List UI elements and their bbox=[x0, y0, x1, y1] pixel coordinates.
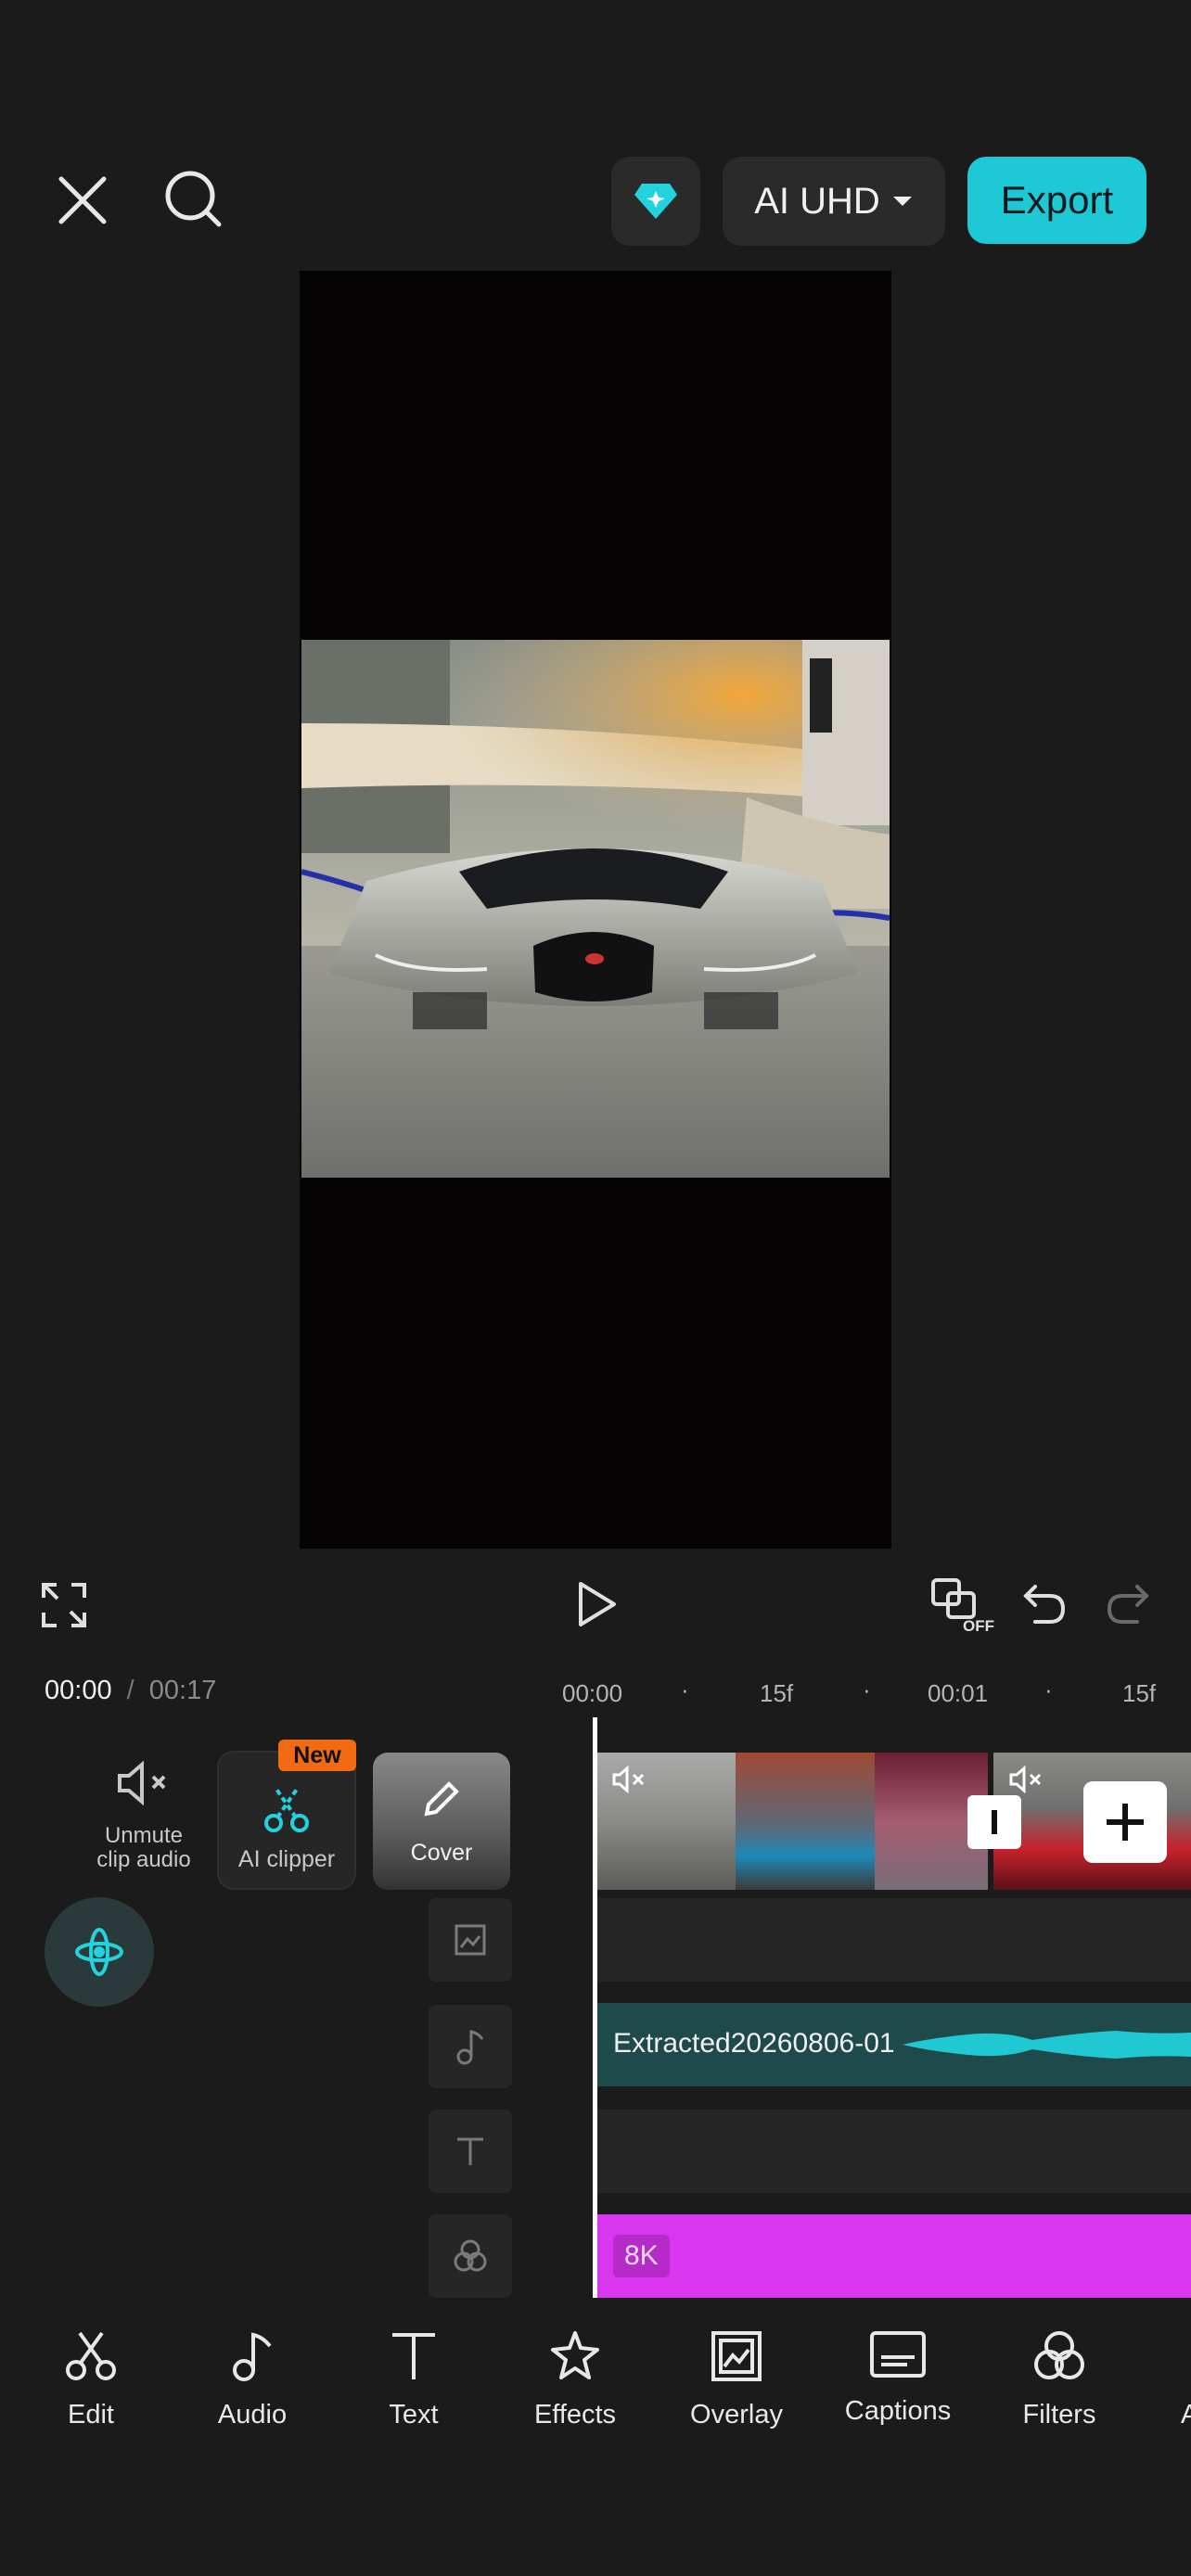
undo-icon bbox=[1023, 1585, 1066, 1624]
video-clip-thumb[interactable] bbox=[596, 1753, 736, 1890]
toolbar-edit[interactable]: Edit bbox=[12, 2329, 170, 2430]
toolbar-captions[interactable]: Captions bbox=[819, 2329, 977, 2427]
ruler-tick-label: 00:01 bbox=[928, 1679, 989, 1707]
toolbar-label: Audio bbox=[217, 2400, 288, 2429]
keyframe-icon bbox=[75, 1928, 123, 1976]
music-note-icon bbox=[233, 2332, 272, 2381]
ruler-dot: · bbox=[681, 1676, 689, 1703]
fullscreen-button[interactable] bbox=[41, 1582, 87, 1628]
export-button[interactable]: Export bbox=[967, 157, 1146, 244]
ai-clipper-label: AI clipper bbox=[237, 1846, 336, 1872]
keyframe-button[interactable] bbox=[45, 1897, 154, 2007]
plus-icon bbox=[1107, 1804, 1144, 1841]
resolution-dropdown[interactable]: AI UHD bbox=[723, 157, 945, 246]
toolbar-label: Overlay bbox=[690, 2400, 783, 2429]
current-time: 00:00 bbox=[45, 1676, 112, 1705]
toolbar-label: Text bbox=[389, 2400, 439, 2429]
partial-icon bbox=[1142, 2329, 1191, 2383]
ruler-tick-label: 15f bbox=[760, 1679, 794, 1707]
playhead[interactable] bbox=[593, 1717, 597, 2298]
snap-toggle-button[interactable]: OFF bbox=[929, 1576, 996, 1635]
text-track-button[interactable] bbox=[429, 2110, 512, 2193]
captions-icon bbox=[870, 2331, 926, 2378]
close-button[interactable] bbox=[54, 172, 111, 229]
filters-icon bbox=[1034, 2331, 1084, 2379]
ai-clipper-button[interactable]: AI clipper bbox=[217, 1751, 356, 1890]
unmute-clip-audio-button[interactable]: Unmute clip audio bbox=[83, 1760, 204, 1881]
transition-button[interactable] bbox=[967, 1795, 1021, 1849]
time-display: 00:00 / 00:17 bbox=[45, 1676, 216, 1706]
new-badge-label: New bbox=[293, 1741, 341, 1768]
redo-button[interactable] bbox=[1106, 1583, 1150, 1626]
overlay-track-icon bbox=[455, 1924, 486, 1956]
cover-button[interactable]: Cover bbox=[373, 1753, 510, 1890]
caret-down-icon bbox=[892, 197, 912, 206]
export-label: Export bbox=[1000, 178, 1114, 222]
fullscreen-icon bbox=[42, 1583, 86, 1627]
ruler-tick-label: 15f bbox=[1122, 1679, 1157, 1707]
search-button[interactable] bbox=[163, 169, 224, 230]
ai-scissors-icon bbox=[264, 1786, 309, 1832]
unmute-label: Unmute clip audio bbox=[96, 1823, 191, 1872]
pro-button[interactable] bbox=[611, 157, 700, 246]
toolbar-overlay[interactable]: Overlay bbox=[658, 2329, 815, 2430]
effect-clip[interactable]: 8K bbox=[596, 2214, 1191, 2298]
filter-track-button[interactable] bbox=[429, 2214, 512, 2298]
video-frame-car bbox=[301, 640, 890, 1178]
toolbar-effects[interactable]: Effects bbox=[496, 2329, 654, 2430]
toolbar-label: Captions bbox=[844, 2396, 952, 2426]
text-track-icon bbox=[457, 2137, 483, 2165]
overlay-track[interactable] bbox=[596, 1898, 1191, 1982]
toolbar-filters[interactable]: Filters bbox=[980, 2329, 1138, 2430]
toolbar-text[interactable]: Text bbox=[335, 2329, 493, 2430]
filter-track-icon bbox=[454, 2239, 487, 2272]
muted-speaker-icon bbox=[118, 1760, 166, 1806]
edit-pencil-icon bbox=[424, 1781, 459, 1817]
toolbar-label: Filters bbox=[1022, 2400, 1096, 2429]
cover-label: Cover bbox=[410, 1840, 473, 1866]
close-icon bbox=[58, 176, 107, 224]
toolbar-label: A bbox=[1181, 2400, 1191, 2429]
toolbar-partial-item[interactable]: A bbox=[1142, 2329, 1191, 2430]
add-clip-button[interactable] bbox=[1083, 1781, 1167, 1863]
ruler-dot: · bbox=[863, 1676, 871, 1703]
redo-icon bbox=[1107, 1585, 1149, 1624]
muted-clip-icon bbox=[612, 1766, 645, 1793]
play-icon bbox=[579, 1582, 616, 1626]
resolution-label: AI UHD bbox=[754, 180, 880, 222]
diamond-icon bbox=[634, 184, 677, 219]
search-icon bbox=[165, 171, 222, 227]
audio-clip[interactable]: Extracted20260806-01 bbox=[596, 2003, 1191, 2086]
new-badge: New bbox=[278, 1740, 356, 1771]
effect-badge: 8K bbox=[613, 2235, 670, 2277]
overlay-track-button[interactable] bbox=[429, 1898, 512, 1982]
time-separator: / bbox=[126, 1676, 134, 1705]
total-time: 00:17 bbox=[148, 1676, 217, 1705]
muted-clip-icon bbox=[1009, 1766, 1042, 1793]
toolbar-audio[interactable]: Audio bbox=[173, 2329, 331, 2430]
undo-button[interactable] bbox=[1022, 1583, 1067, 1626]
scissors-icon bbox=[66, 2331, 116, 2380]
text-icon bbox=[392, 2333, 435, 2379]
star-icon bbox=[551, 2331, 599, 2379]
text-track[interactable] bbox=[596, 2110, 1191, 2193]
audio-clip-label: Extracted20260806-01 bbox=[613, 2028, 895, 2059]
video-clip-thumb[interactable] bbox=[736, 1753, 875, 1890]
snap-off-badge: OFF bbox=[963, 1617, 994, 1635]
ruler-tick-label: 00:00 bbox=[562, 1679, 623, 1707]
ruler-dot: · bbox=[1044, 1676, 1053, 1703]
effect-clip-label: 8K bbox=[624, 2240, 659, 2271]
play-button[interactable] bbox=[575, 1580, 618, 1628]
toolbar-label: Effects bbox=[533, 2400, 617, 2429]
transition-icon bbox=[992, 1810, 997, 1834]
audio-track-button[interactable] bbox=[429, 2005, 512, 2088]
overlay-icon bbox=[711, 2331, 762, 2381]
toolbar-label: Edit bbox=[68, 2400, 114, 2429]
music-note-track-icon bbox=[456, 2030, 484, 2065]
timeline-ruler[interactable]: 00:00 · 15f · 00:01 · 15f bbox=[557, 1674, 1191, 1711]
